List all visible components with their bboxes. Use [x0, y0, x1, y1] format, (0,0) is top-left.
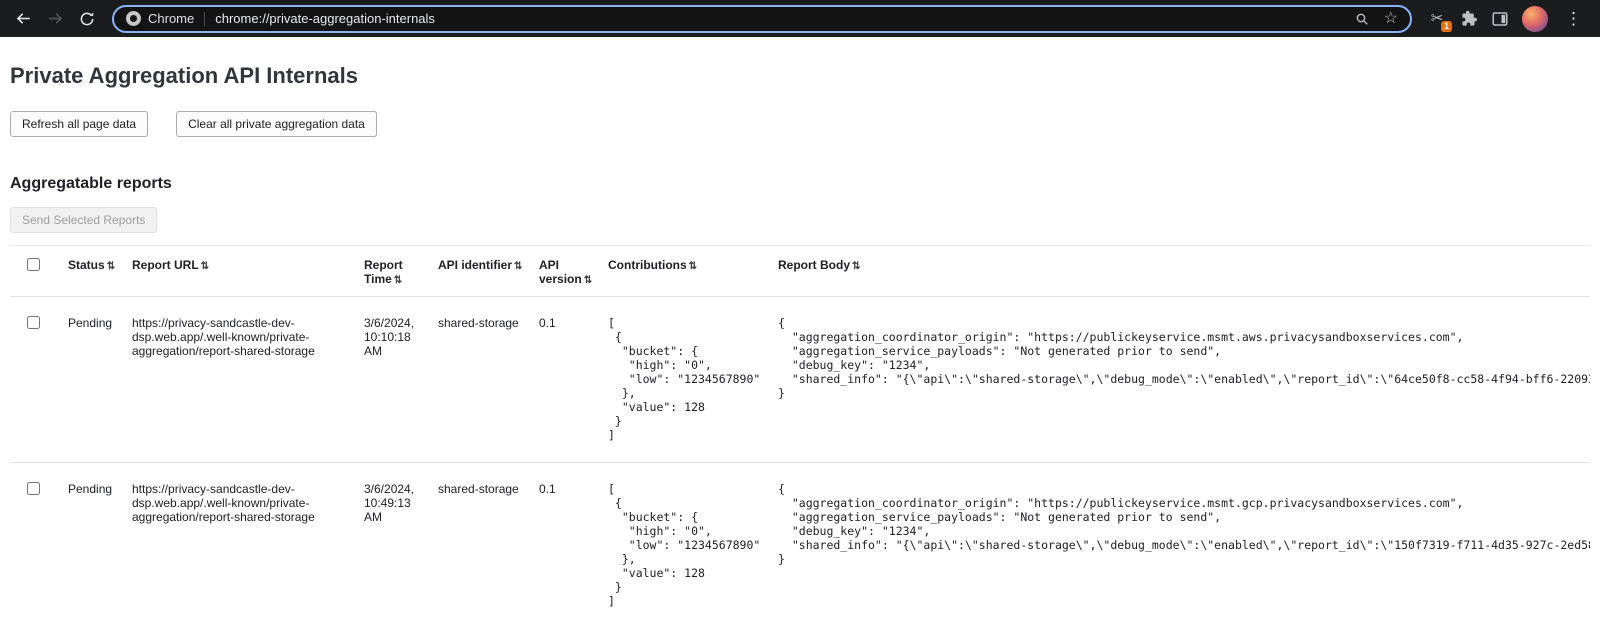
chrome-logo-icon	[126, 11, 141, 26]
report-row: Pending https://privacy-sandcastle-dev-d…	[10, 463, 1590, 623]
sort-icon: ⇅	[394, 275, 402, 286]
report-row: Pending https://privacy-sandcastle-dev-d…	[10, 297, 1590, 463]
page-controls: Refresh all page data Clear all private …	[10, 111, 1590, 137]
row-checkbox-cell	[10, 297, 68, 463]
search-icon[interactable]	[1354, 11, 1370, 27]
reload-button[interactable]	[72, 4, 102, 34]
page-content: Private Aggregation API Internals Refres…	[0, 63, 1600, 623]
back-arrow-icon	[14, 9, 33, 28]
column-label: Report Body	[778, 258, 850, 272]
refresh-all-button[interactable]: Refresh all page data	[10, 111, 148, 137]
sort-icon: ⇅	[852, 261, 860, 272]
browser-toolbar: Chrome chrome://private-aggregation-inte…	[0, 0, 1600, 37]
column-header-report-body[interactable]: Report Body⇅	[778, 246, 1590, 297]
row-checkbox[interactable]	[27, 482, 40, 495]
api-version-cell: 0.1	[539, 297, 608, 463]
select-all-checkbox[interactable]	[27, 258, 40, 271]
site-chip-label: Chrome	[148, 11, 194, 26]
url-text: chrome://private-aggregation-internals	[215, 11, 1343, 26]
column-header-report-time[interactable]: Report Time⇅	[364, 246, 438, 297]
column-label: API version	[539, 258, 582, 286]
column-header-status[interactable]: Status⇅	[68, 246, 132, 297]
contributions-json: [ { "bucket": { "high": "0", "low": "123…	[608, 316, 768, 442]
column-label: Status	[68, 258, 105, 272]
send-selected-button[interactable]: Send Selected Reports	[10, 207, 157, 233]
sort-icon: ⇅	[201, 261, 209, 272]
status-cell: Pending	[68, 297, 132, 463]
contributions-cell: [ { "bucket": { "high": "0", "low": "123…	[608, 463, 778, 623]
report-body-cell: { "aggregation_coordinator_origin": "htt…	[778, 463, 1590, 623]
sort-icon: ⇅	[514, 261, 522, 272]
sort-icon: ⇅	[107, 261, 115, 272]
forward-button[interactable]	[40, 4, 70, 34]
sort-icon: ⇅	[584, 275, 592, 286]
reports-table: Status⇅ Report URL⇅ Report Time⇅ API ide…	[10, 245, 1590, 623]
report-time-cell: 3/6/2024, 10:10:18 AM	[364, 297, 438, 463]
bookmark-star-icon[interactable]: ☆	[1384, 11, 1398, 27]
back-button[interactable]	[8, 4, 38, 34]
clear-all-button[interactable]: Clear all private aggregation data	[176, 111, 377, 137]
address-bar[interactable]: Chrome chrome://private-aggregation-inte…	[112, 5, 1412, 33]
report-time-cell: 3/6/2024, 10:49:13 AM	[364, 463, 438, 623]
api-identifier-cell: shared-storage	[438, 463, 539, 623]
column-header-report-url[interactable]: Report URL⇅	[132, 246, 364, 297]
contributions-json: [ { "bucket": { "high": "0", "low": "123…	[608, 482, 768, 608]
side-panel-icon[interactable]	[1491, 10, 1509, 28]
sort-icon: ⇅	[689, 261, 697, 272]
column-header-contributions[interactable]: Contributions⇅	[608, 246, 778, 297]
contributions-cell: [ { "bucket": { "high": "0", "low": "123…	[608, 297, 778, 463]
profile-avatar[interactable]	[1522, 6, 1548, 32]
column-label: API identifier	[438, 258, 512, 272]
section-heading: Aggregatable reports	[10, 175, 1590, 193]
extensions-puzzle-icon[interactable]	[1461, 10, 1478, 27]
status-cell: Pending	[68, 463, 132, 623]
chip-separator	[204, 12, 205, 26]
browser-menu-icon[interactable]: ⋮	[1561, 10, 1586, 27]
page-title: Private Aggregation API Internals	[10, 63, 1590, 89]
extension-badge: 1	[1441, 21, 1452, 32]
report-body-json: { "aggregation_coordinator_origin": "htt…	[778, 482, 1580, 566]
report-body-cell: { "aggregation_coordinator_origin": "htt…	[778, 297, 1590, 463]
report-body-json: { "aggregation_coordinator_origin": "htt…	[778, 316, 1580, 400]
row-checkbox[interactable]	[27, 316, 40, 329]
report-url-cell: https://privacy-sandcastle-dev-dsp.web.a…	[132, 297, 364, 463]
select-all-header-cell	[10, 246, 68, 297]
report-url-cell: https://privacy-sandcastle-dev-dsp.web.a…	[132, 463, 364, 623]
api-version-cell: 0.1	[539, 463, 608, 623]
column-label: Report URL	[132, 258, 199, 272]
forward-arrow-icon	[46, 9, 65, 28]
column-header-api-version[interactable]: API version⇅	[539, 246, 608, 297]
api-identifier-cell: shared-storage	[438, 297, 539, 463]
reload-icon	[78, 10, 96, 28]
toolbar-actions: ✂ 1 ⋮	[1422, 6, 1592, 32]
column-label: Contributions	[608, 258, 687, 272]
table-header-row: Status⇅ Report URL⇅ Report Time⇅ API ide…	[10, 246, 1590, 297]
row-checkbox-cell	[10, 463, 68, 623]
column-header-api-identifier[interactable]: API identifier⇅	[438, 246, 539, 297]
scissors-extension-icon[interactable]: ✂ 1	[1426, 8, 1448, 30]
